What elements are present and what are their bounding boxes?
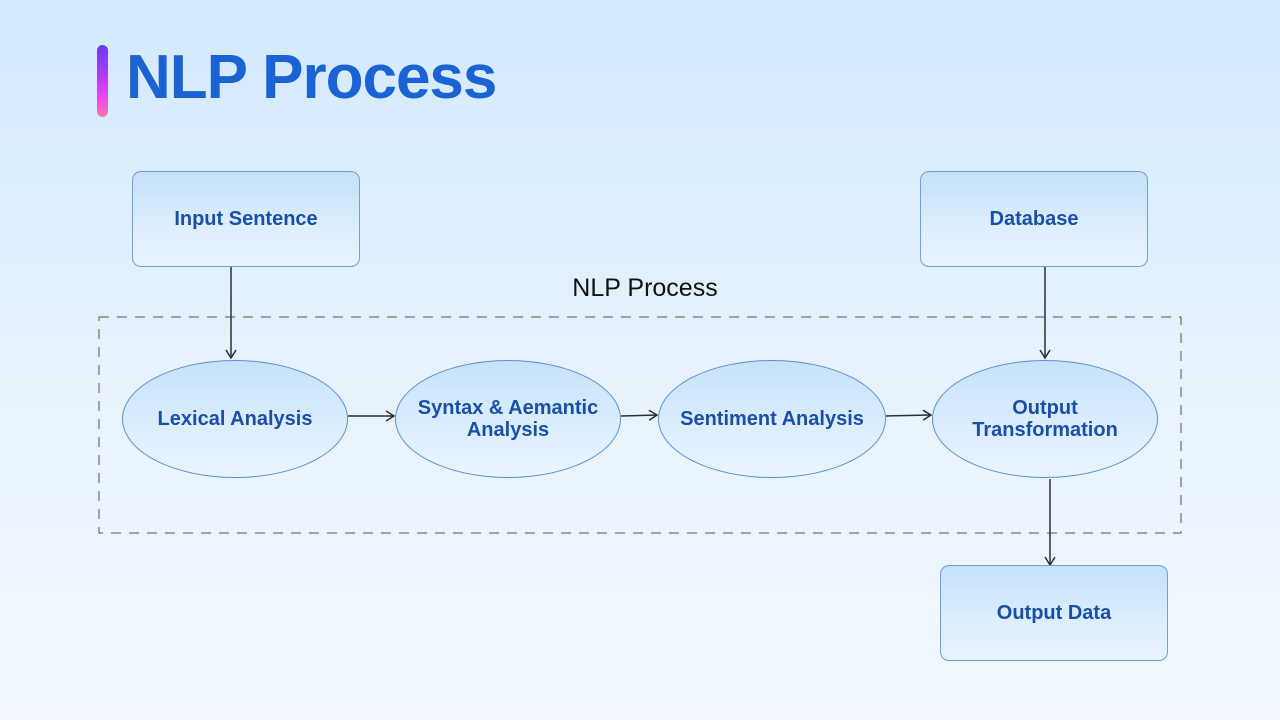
edge-sentiment-to-output-transformation	[885, 409, 933, 421]
node-output-data[interactable]: Output Data	[940, 565, 1168, 661]
node-output-transformation[interactable]: Output Transformation	[932, 360, 1158, 478]
node-label-line1: Syntax & Aemantic	[417, 397, 599, 419]
node-label: Input Sentence	[174, 207, 318, 230]
edge-syntax-to-sentiment	[620, 409, 659, 421]
node-input-sentence[interactable]: Input Sentence	[132, 171, 360, 267]
node-label: Sentiment Analysis	[680, 408, 864, 430]
node-label: Output Data	[996, 601, 1112, 624]
node-lexical-analysis[interactable]: Lexical Analysis	[122, 360, 348, 478]
node-sentiment-analysis[interactable]: Sentiment Analysis	[658, 360, 886, 478]
node-label: Lexical Analysis	[157, 408, 313, 430]
node-label: Database	[989, 207, 1079, 230]
node-label-line1: Output	[1012, 397, 1078, 419]
node-label-line2: Transformation	[972, 419, 1118, 441]
node-database[interactable]: Database	[920, 171, 1148, 267]
group-label: NLP Process	[572, 274, 718, 302]
node-label-line2: Analysis	[466, 419, 550, 441]
node-syntax-semantic-analysis[interactable]: Syntax & Aemantic Analysis	[395, 360, 621, 478]
